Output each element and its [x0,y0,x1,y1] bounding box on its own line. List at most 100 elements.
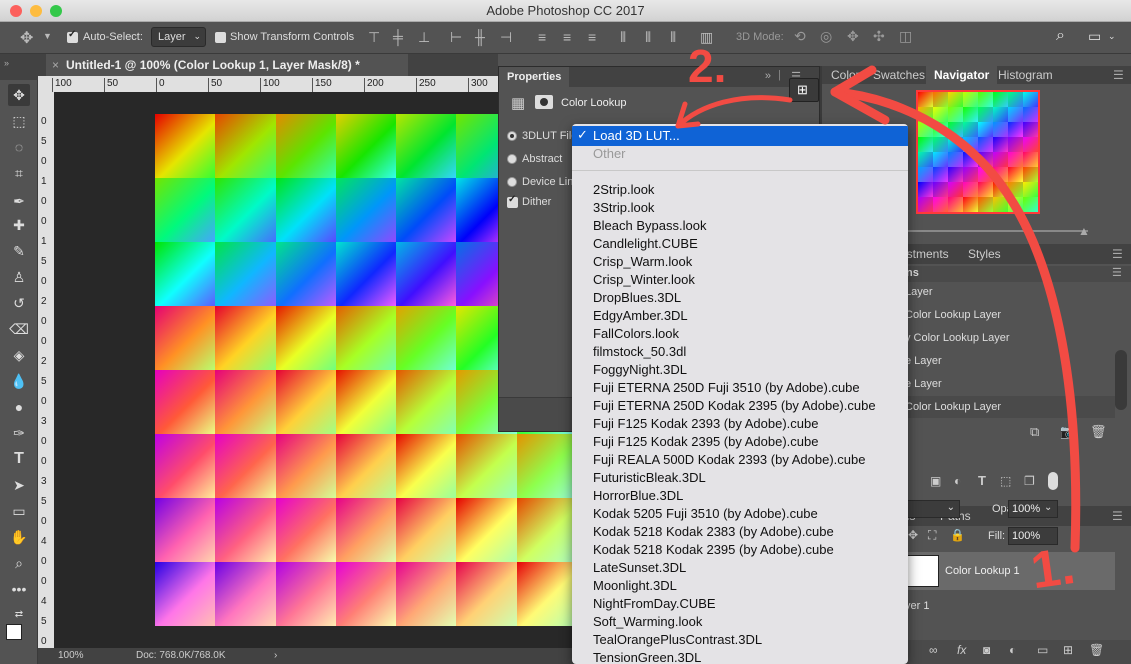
menu-item[interactable]: 2Strip.look [593,182,654,197]
list-item[interactable]: Color Lookup Layer [905,396,1115,418]
hand-tool-icon[interactable]: ✋ [8,526,30,548]
more-tools-icon[interactable]: ••• [8,578,30,600]
eraser-tool-icon[interactable]: ⌫ [8,318,30,340]
menu-item[interactable]: filmstock_50.3dl [593,344,686,359]
filter-adjust-icon[interactable]: ◐ [954,474,961,488]
menu-item[interactable]: Candlelight.CUBE [593,236,698,251]
3d-drag-icon[interactable]: ✥ [847,28,859,45]
document-tab[interactable]: × Untitled-1 @ 100% (Color Lookup 1, Lay… [46,54,408,76]
menu-item[interactable]: FallColors.look [593,326,679,341]
chevron-right-icon[interactable]: › [274,648,277,664]
tab-color[interactable]: Color [831,66,860,84]
align-bottom-icon[interactable]: ⊥ [418,29,430,46]
distribute-right-icon[interactable]: ⦀ [670,29,676,46]
lock-position-icon[interactable]: ✥ [908,528,918,542]
align-top-icon[interactable]: ⊤ [368,29,380,46]
zoom-in-icon[interactable]: ▲ [1078,224,1090,238]
menu-item[interactable]: TensionGreen.3DL [593,650,701,664]
menu-item[interactable]: 3Strip.look [593,200,654,215]
lock-artboard-icon[interactable]: ⛶ [928,528,936,543]
brush-tool-icon[interactable]: ✎ [8,240,30,262]
fx-icon[interactable]: fx [957,643,966,657]
scrollbar[interactable] [1115,350,1127,410]
menu-item[interactable]: Crisp_Winter.look [593,272,695,287]
3d-slide-icon[interactable]: ✣ [873,28,885,45]
filter-smart-icon[interactable]: ❐ [1024,474,1035,488]
auto-select-checkbox[interactable] [67,29,78,43]
menu-item[interactable]: Fuji F125 Kodak 2395 (by Adobe).cube [593,434,818,449]
list-item[interactable]: e Layer [905,350,1115,372]
lock-all-icon[interactable]: 🔒 [950,528,965,542]
healing-brush-icon[interactable]: ✚ [8,214,30,236]
history-brush-icon[interactable]: ↺ [8,292,30,314]
menu-item[interactable]: Fuji ETERNA 250D Fuji 3510 (by Adobe).cu… [593,380,860,395]
tab-styles[interactable]: Styles [968,245,1001,263]
new-adjustment-icon[interactable]: ◐ [1009,643,1016,657]
tab-navigator[interactable]: Navigator [926,66,998,84]
auto-align-icon[interactable]: ▥ [700,29,713,46]
distribute-vcenter-icon[interactable]: ≡ [563,29,571,45]
filter-shape-icon[interactable]: ⬚ [1000,474,1011,488]
pen-tool-icon[interactable]: ✑ [8,422,30,444]
list-item[interactable]: y Color Lookup Layer [905,327,1115,349]
blur-tool-icon[interactable]: 💧 [8,370,30,392]
workspace-icon[interactable]: ▭ [1088,28,1101,45]
collapse-icon[interactable]: » [4,58,9,68]
list-item[interactable]: Color Lookup Layer [905,304,1115,326]
distribute-bottom-icon[interactable]: ≡ [588,29,596,45]
3d-roll-icon[interactable]: ◎ [820,28,832,45]
zoom-tool-icon[interactable]: ⌕ [8,552,30,574]
show-transform-checkbox[interactable] [215,32,226,43]
panel-menu-icon[interactable]: ☰ [1113,66,1124,84]
menu-item[interactable]: Fuji F125 Kodak 2393 (by Adobe).cube [593,416,818,431]
menu-item-load-lut[interactable]: ✓ Load 3D LUT... [572,126,908,146]
menu-item[interactable]: Soft_Warming.look [593,614,702,629]
panel-menu-icon[interactable]: ☰ [1112,266,1122,279]
align-left-icon[interactable]: ⊢ [450,29,462,46]
properties-tab[interactable]: Properties [499,67,570,87]
folder-icon[interactable]: ▭ [1037,643,1048,657]
search-icon[interactable]: ⌕ [1056,27,1065,45]
layer-row-selected[interactable]: Color Lookup 1 [905,552,1115,590]
link-icon[interactable]: ∞ [929,643,938,657]
properties-dock-button[interactable]: ⊞ [789,78,819,102]
menu-item[interactable]: TealOrangePlusContrast.3DL [593,632,762,647]
align-right-icon[interactable]: ⊣ [500,29,512,46]
menu-item[interactable]: Kodak 5218 Kodak 2383 (by Adobe).cube [593,524,834,539]
layer-name[interactable]: Color Lookup 1 [945,565,1020,577]
menu-item[interactable]: Fuji REALA 500D Kodak 2393 (by Adobe).cu… [593,452,865,467]
close-tab-icon[interactable]: × [52,54,59,76]
dodge-tool-icon[interactable]: ● [8,396,30,418]
zoom-level[interactable]: 100% [58,648,84,664]
distribute-hcenter-icon[interactable]: ⦀ [645,29,651,46]
crop-tool-icon[interactable]: ⌗ [8,162,30,184]
chevron-down-icon[interactable]: ⌄ [1108,31,1116,42]
foreground-color-swatch[interactable] [6,624,22,640]
lasso-tool-icon[interactable]: ◌ [8,136,30,158]
swap-colors-icon[interactable]: ⇄ [8,604,30,626]
move-tool-icon[interactable]: ✥ [20,28,33,48]
close-window-button[interactable] [10,5,22,17]
trash-icon[interactable]: 🗑 [1089,643,1104,657]
distribute-top-icon[interactable]: ≡ [538,29,546,45]
layer-name[interactable]: yer 1 [905,600,929,612]
menu-item[interactable]: Fuji ETERNA 250D Kodak 2395 (by Adobe).c… [593,398,876,413]
menu-item[interactable]: NightFromDay.CUBE [593,596,716,611]
filter-type-icon[interactable]: T [978,473,986,488]
navigator-zoom-slider[interactable]: ▲ [898,218,1128,240]
menu-item[interactable]: Kodak 5205 Fuji 3510 (by Adobe).cube [593,506,818,521]
list-item[interactable]: e Layer [905,373,1115,395]
dither-checkbox[interactable] [507,194,518,208]
clip-to-layer-icon[interactable]: ⧉ [1030,424,1039,440]
radio-abstract[interactable] [507,154,517,164]
align-vcenter-icon[interactable]: ╪ [393,29,403,45]
filter-toggle[interactable] [1048,472,1058,490]
filter-image-icon[interactable]: ▣ [930,474,941,488]
menu-item[interactable]: EdgyAmber.3DL [593,308,688,323]
list-item[interactable]: Layer [905,281,1115,303]
layer-row[interactable]: yer 1 [905,600,1115,622]
radio-3dlut[interactable] [507,131,517,141]
distribute-left-icon[interactable]: ⦀ [620,29,626,46]
rectangle-tool-icon[interactable]: ▭ [8,500,30,522]
menu-item[interactable]: Moonlight.3DL [593,578,677,593]
